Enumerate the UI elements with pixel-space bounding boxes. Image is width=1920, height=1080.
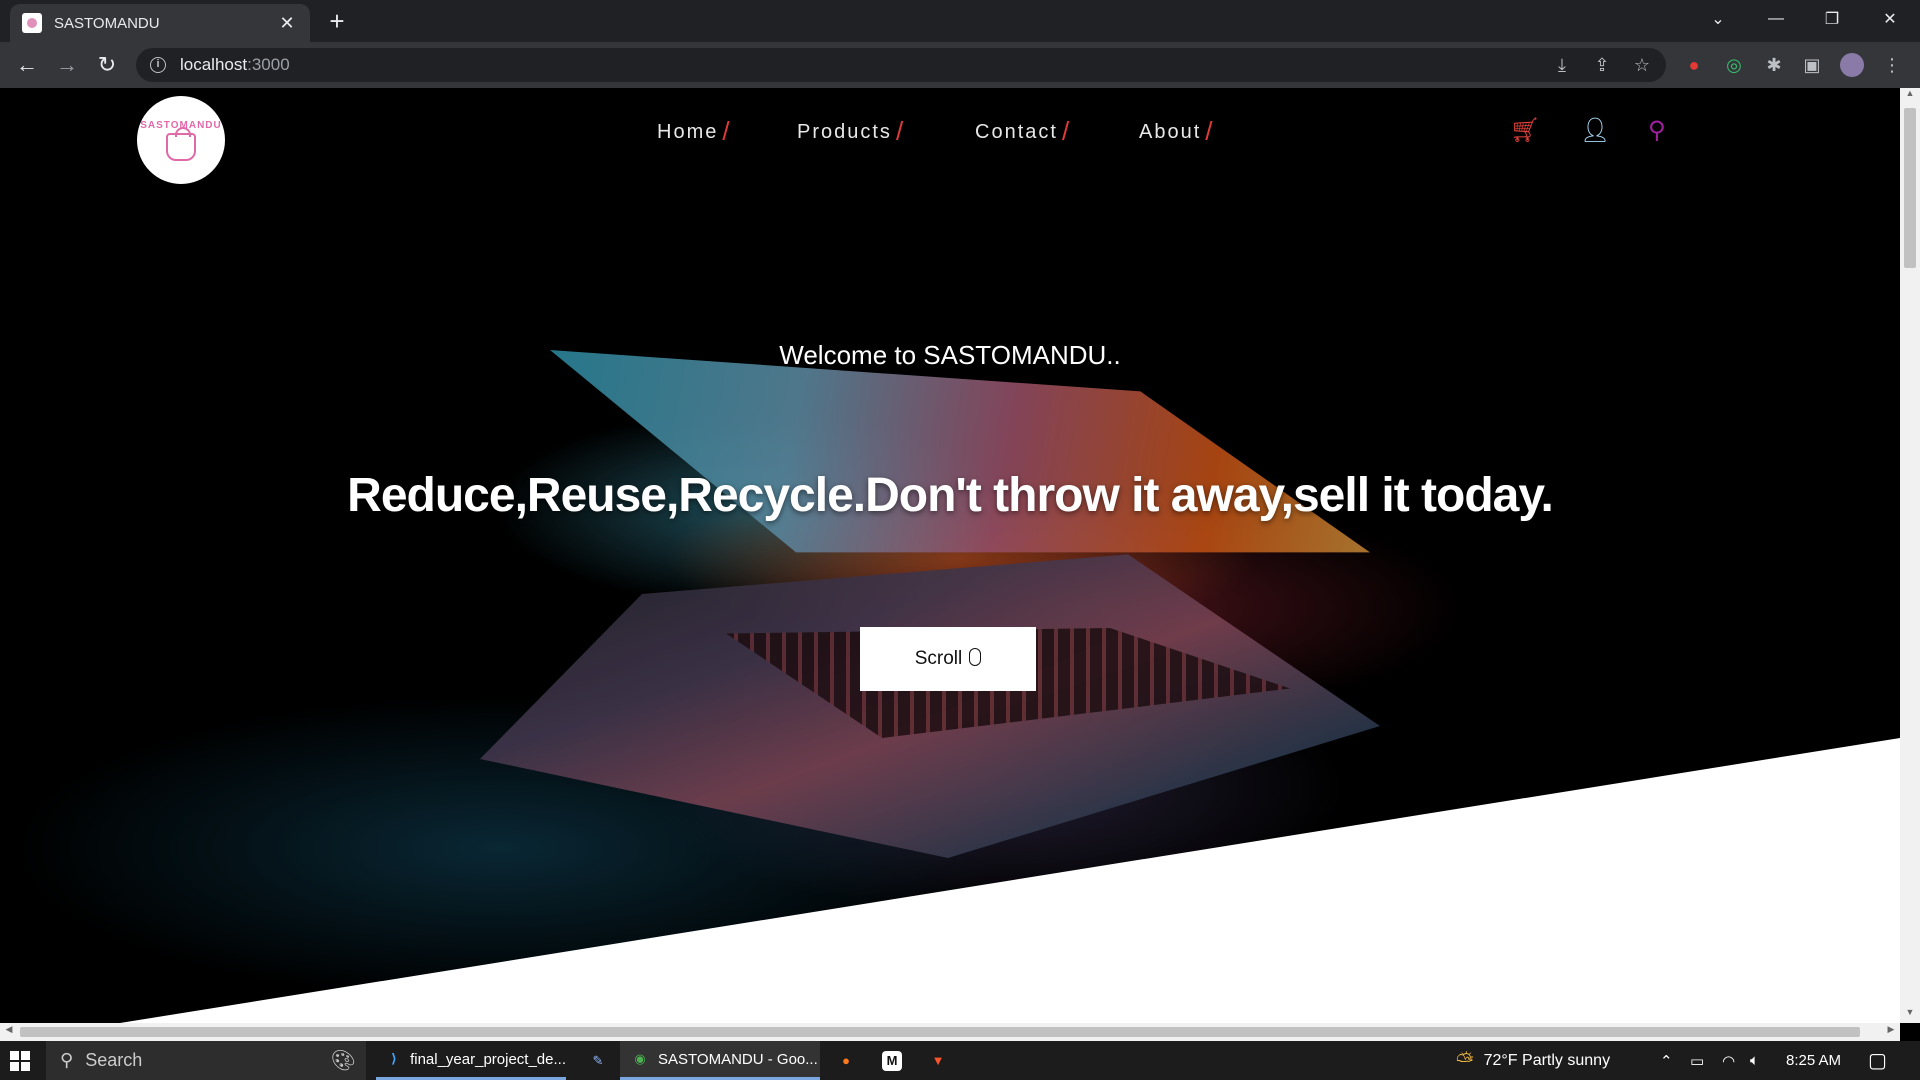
weather-text: 72°F Partly sunny — [1483, 1051, 1611, 1069]
mail-app-icon: M — [882, 1050, 902, 1071]
weather-widget[interactable]: ⛅︎ 72°F Partly sunny — [1456, 1041, 1610, 1080]
partly-sunny-icon: ⛅︎ — [1456, 1047, 1474, 1073]
tray-chevron-icon[interactable]: ⌃ — [1660, 1041, 1673, 1080]
windows-taskbar: ⚲ Search 🎨︎ ⟩ final_year_project_de... ✎… — [0, 1041, 1920, 1080]
site-info-icon[interactable]: i — [150, 57, 166, 73]
clock[interactable]: 8:25 AM — [1786, 1041, 1841, 1080]
scroll-button[interactable]: Scroll — [860, 627, 1036, 691]
wifi-icon[interactable]: ◠ — [1722, 1041, 1735, 1080]
vertical-scrollbar[interactable]: ▲ ▼ — [1900, 88, 1920, 1023]
bookmark-star-icon[interactable]: ☆ — [1630, 53, 1654, 77]
close-window-icon[interactable]: ✕ — [1862, 0, 1918, 38]
share-icon[interactable]: ⇪ — [1590, 53, 1614, 77]
horizontal-scroll-thumb[interactable] — [20, 1027, 1860, 1037]
forward-icon[interactable]: → — [52, 50, 82, 80]
taskbar-search-label: Search — [85, 1050, 143, 1070]
browser-tab[interactable]: SASTOMANDU ✕ — [10, 4, 310, 42]
site-favicon-icon — [22, 13, 42, 33]
search-icon: ⚲ — [60, 1050, 74, 1070]
search-highlight-icon: 🎨︎ — [330, 1050, 356, 1072]
hero-headline: Reduce,Reuse,Recycle.Don't throw it away… — [347, 469, 1554, 522]
scroll-down-icon[interactable]: ▼ — [1900, 1007, 1920, 1023]
mouse-icon — [969, 648, 982, 666]
taskbar-app-firefox[interactable]: ● — [826, 1041, 866, 1080]
chrome-icon: ◉ — [634, 1051, 646, 1066]
minimize-icon[interactable]: — — [1748, 0, 1804, 38]
welcome-text: Welcome to SASTOMANDU.. — [779, 340, 1121, 370]
scroll-label: Scroll — [914, 648, 963, 669]
nav-about[interactable]: About / — [1139, 114, 1213, 146]
cart-icon[interactable]: 🛒︎ — [1510, 116, 1540, 145]
extensions-puzzle-icon[interactable]: ✱ — [1762, 53, 1786, 77]
scroll-left-icon[interactable]: ◀ — [0, 1024, 18, 1040]
extension-green-icon[interactable]: ◎ — [1722, 53, 1746, 77]
nav-contact[interactable]: Contact / — [975, 114, 1069, 146]
vertical-scroll-thumb[interactable] — [1904, 108, 1916, 268]
nav-products[interactable]: Products / — [797, 114, 903, 146]
taskbar-app-vscode[interactable]: ⟩ final_year_project_de... — [376, 1041, 566, 1080]
back-icon[interactable]: ← — [12, 50, 42, 80]
tab-search-chevron-icon[interactable]: ⌄ — [1690, 0, 1746, 38]
restore-icon[interactable]: ❐ — [1804, 0, 1860, 38]
user-icon[interactable]: 👤︎ — [1580, 116, 1610, 145]
browser-toolbar: ← → ↻ i localhost :3000 ⤓ ⇪ ☆ ● ◎ ✱ ▣ ⋮ — [0, 42, 1920, 88]
brave-icon: ▼ — [931, 1053, 945, 1068]
taskbar-app-tool[interactable]: ✎ — [578, 1041, 618, 1080]
taskbar-app-brave[interactable]: ▼ — [918, 1041, 958, 1080]
firefox-icon: ● — [842, 1053, 850, 1068]
reload-icon[interactable]: ↻ — [92, 50, 122, 80]
taskbar-app-mail[interactable]: M — [872, 1041, 912, 1080]
windows-start-icon[interactable] — [10, 1051, 30, 1071]
scroll-right-icon[interactable]: ▶ — [1882, 1024, 1900, 1040]
app-tool-icon: ✎ — [592, 1052, 604, 1068]
tab-title: SASTOMANDU — [54, 14, 160, 32]
taskbar-app-label: final_year_project_de... — [410, 1050, 566, 1068]
volume-icon[interactable]: 🔈︎ — [1750, 1041, 1759, 1080]
browser-menu-icon[interactable]: ⋮ — [1880, 53, 1904, 77]
profile-avatar-icon[interactable] — [1840, 53, 1864, 77]
notifications-icon[interactable]: ▢ — [1868, 1041, 1887, 1080]
vscode-icon: ⟩ — [391, 1051, 397, 1066]
taskbar-app-chrome[interactable]: ◉ SASTOMANDU - Goo... — [620, 1041, 820, 1080]
horizontal-scrollbar[interactable]: ◀ ▶ — [0, 1023, 1900, 1041]
search-icon[interactable]: ⚲ — [1648, 116, 1666, 145]
url-host: localhost — [180, 55, 248, 74]
close-tab-icon[interactable]: ✕ — [276, 13, 298, 34]
extension-red-icon[interactable]: ● — [1682, 53, 1706, 77]
taskbar-app-label: SASTOMANDU - Goo... — [658, 1050, 818, 1068]
main-nav: Home / Products / Contact / About / — [0, 114, 1900, 146]
browser-tab-bar: SASTOMANDU ✕ + ⌄ — ❐ ✕ — [0, 0, 1920, 42]
new-tab-icon[interactable]: + — [322, 8, 352, 36]
scroll-up-icon[interactable]: ▲ — [1900, 88, 1920, 104]
side-panel-icon[interactable]: ▣ — [1800, 53, 1824, 77]
nav-home[interactable]: Home / — [657, 114, 730, 146]
install-app-icon[interactable]: ⤓ — [1550, 53, 1574, 77]
taskbar-search[interactable]: ⚲ Search 🎨︎ — [46, 1041, 366, 1080]
url-port: :3000 — [247, 55, 290, 74]
battery-icon[interactable]: ▭ — [1690, 1041, 1704, 1080]
address-bar[interactable]: i localhost :3000 — [136, 48, 1666, 82]
page-viewport: SASTOMANDU Home / Products / Contact / Abou… — [0, 88, 1900, 1023]
